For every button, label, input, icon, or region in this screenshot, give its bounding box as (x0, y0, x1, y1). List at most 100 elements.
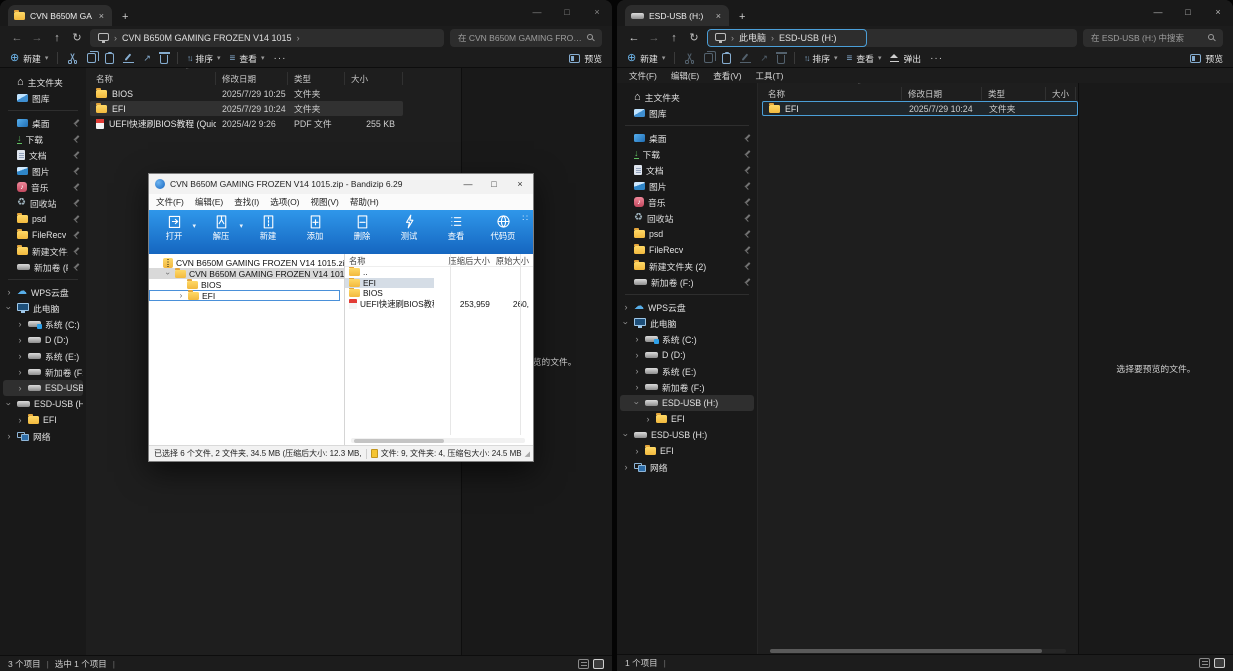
bandizip-tool-codepage[interactable]: 代码页 (480, 213, 526, 254)
back-button[interactable]: ← (627, 32, 641, 44)
column-header-1[interactable]: 压缩后大小 (434, 255, 494, 266)
sidebar-item-0[interactable]: ⌂主文件夹 (620, 89, 754, 105)
address-bar[interactable]: ›此电脑›ESD-USB (H:) (707, 29, 1077, 47)
bandizip-menu-item-2[interactable]: 查找(I) (234, 196, 259, 208)
sidebar-item-12[interactable]: 新加卷 (F:) (3, 259, 83, 275)
sidebar-item-20[interactable]: ›ESD-USB (H:) (3, 380, 83, 396)
chevron-right-icon[interactable]: › (16, 415, 24, 425)
address-bar[interactable]: ›CVN B650M GAMING FROZEN V14 1015› (90, 29, 444, 47)
minimize-button[interactable]: — (455, 174, 481, 194)
horizontal-scrollbar[interactable] (770, 649, 1066, 653)
paste-button[interactable] (722, 53, 731, 64)
close-button[interactable]: × (582, 0, 612, 24)
column-header-3[interactable]: 大小 (345, 72, 403, 85)
chevron-right-icon[interactable]: › (633, 350, 641, 360)
sidebar-item-11[interactable]: 新建文件夹 (2) (3, 243, 83, 259)
chevron-right-icon[interactable]: › (16, 351, 24, 361)
archive-row-2[interactable]: BIOS (345, 288, 533, 299)
delete-button[interactable] (160, 52, 168, 64)
chevron-right-icon[interactable]: › (16, 319, 24, 329)
chevron-down-icon[interactable]: ▾ (239, 222, 243, 230)
back-button[interactable]: ← (10, 32, 24, 44)
bandizip-tool-remove[interactable]: 删除 (339, 213, 385, 254)
close-tab-icon[interactable]: × (97, 11, 106, 21)
refresh-button[interactable]: ↻ (687, 31, 701, 44)
search-box[interactable] (450, 29, 602, 47)
copy-button[interactable] (704, 53, 713, 63)
sidebar-item-7[interactable]: ♪音乐 (620, 194, 754, 210)
chevron-down-icon[interactable]: › (164, 270, 173, 278)
sidebar-item-24[interactable]: ›网络 (620, 459, 754, 475)
column-header-0[interactable]: 名称 (762, 87, 902, 100)
view-button[interactable]: ≡查看▾ (230, 52, 265, 65)
file-row-0[interactable]: BIOS2025/7/29 10:25文件夹 (90, 86, 403, 101)
column-header-1[interactable]: 修改日期 (216, 72, 288, 85)
bandizip-tool-test[interactable]: 测试 (386, 213, 432, 254)
sidebar-item-4[interactable]: ↓下载 (620, 146, 754, 162)
bandizip-menu-item-1[interactable]: 编辑(E) (195, 196, 223, 208)
horizontal-scrollbar[interactable] (351, 438, 525, 443)
sidebar-item-15[interactable]: ›此电脑 (620, 315, 754, 331)
column-header-0[interactable]: 名称 (345, 255, 434, 266)
close-button[interactable]: × (507, 174, 533, 194)
chevron-right-icon[interactable]: › (16, 335, 24, 345)
bandizip-menu-item-5[interactable]: 帮助(H) (350, 196, 379, 208)
menu-item-0[interactable]: 文件(F) (629, 70, 657, 82)
column-header-2[interactable]: 类型 (982, 87, 1046, 100)
sidebar-item-21[interactable]: ›ESD-USB (H:) (3, 396, 83, 412)
chevron-down-icon[interactable]: › (632, 399, 642, 407)
sidebar-item-5[interactable]: 文档 (3, 147, 83, 163)
sidebar-item-22[interactable]: ›ESD-USB (H:) (620, 427, 754, 443)
chevron-right-icon[interactable]: › (633, 334, 641, 344)
cut-button[interactable] (684, 53, 695, 64)
sidebar-item-17[interactable]: ›D (D:) (620, 347, 754, 363)
sidebar-item-6[interactable]: 图片 (620, 178, 754, 194)
sidebar-item-18[interactable]: ›系统 (E:) (3, 348, 83, 364)
chevron-right-icon[interactable]: › (16, 383, 24, 393)
sidebar-item-16[interactable]: ›系统 (C:) (620, 331, 754, 347)
column-header-0[interactable]: 名称 (90, 72, 216, 85)
sidebar-item-16[interactable]: ›系统 (C:) (3, 316, 83, 332)
menu-item-2[interactable]: 查看(V) (713, 70, 741, 82)
tab-folder[interactable]: CVN B650M GAMING FROZEN V14 1015 × (8, 5, 112, 26)
thumbnail-view-button[interactable] (1214, 658, 1225, 668)
copy-button[interactable] (87, 53, 96, 63)
chevron-down-icon[interactable]: › (4, 304, 14, 312)
sidebar-item-14[interactable]: ›☁WPS云盘 (3, 284, 83, 300)
archive-row-0[interactable]: .. (345, 267, 533, 278)
bandizip-tool-extract[interactable]: 解压▾ (198, 213, 244, 254)
resize-grip-icon[interactable]: ◢ (525, 450, 530, 458)
chevron-right-icon[interactable]: › (644, 414, 652, 424)
bandizip-tool-open[interactable]: 打开▾ (151, 213, 197, 254)
sidebar-item-3[interactable]: 桌面 (3, 115, 83, 131)
sidebar-item-9[interactable]: psd (620, 226, 754, 242)
sidebar-item-21[interactable]: ›EFI (620, 411, 754, 427)
chevron-right-icon[interactable]: › (633, 382, 641, 392)
archive-row-1[interactable]: EFI (345, 278, 533, 289)
chevron-right-icon[interactable]: › (633, 366, 641, 376)
column-header-2[interactable]: 原始大小 (494, 255, 533, 266)
sidebar-item-19[interactable]: ›新加卷 (F:) (3, 364, 83, 380)
sidebar-item-9[interactable]: psd (3, 211, 83, 227)
breadcrumb-item[interactable]: ESD-USB (H:) (779, 33, 837, 43)
cut-button[interactable] (67, 53, 78, 64)
chevron-right-icon[interactable]: › (16, 367, 24, 377)
sidebar-item-15[interactable]: ›此电脑 (3, 300, 83, 316)
new-tab-button[interactable]: + (739, 11, 745, 23)
bandizip-tool-newarc[interactable]: 新建 (245, 213, 291, 254)
rename-button[interactable] (123, 53, 134, 63)
bandizip-tool-viewlist[interactable]: 查看 (433, 213, 479, 254)
column-header-1[interactable]: 修改日期 (902, 87, 982, 100)
new-button[interactable]: ⊕新建▾ (10, 52, 48, 65)
details-view-button[interactable] (1199, 658, 1210, 668)
tree-item-0[interactable]: CVN B650M GAMING FROZEN V14 1015.zip (149, 257, 344, 268)
thumbnail-view-button[interactable] (593, 659, 604, 669)
more-options-button[interactable]: ··· (273, 53, 286, 64)
chevron-right-icon[interactable]: › (622, 462, 630, 472)
sidebar-item-1[interactable]: 图库 (620, 105, 754, 121)
file-row-0[interactable]: EFI2025/7/29 10:24文件夹 (762, 101, 1078, 116)
chevron-right-icon[interactable]: › (5, 431, 13, 441)
sidebar-item-22[interactable]: ›EFI (3, 412, 83, 428)
chevron-right-icon[interactable]: › (5, 287, 13, 297)
sidebar-item-1[interactable]: 图库 (3, 90, 83, 106)
